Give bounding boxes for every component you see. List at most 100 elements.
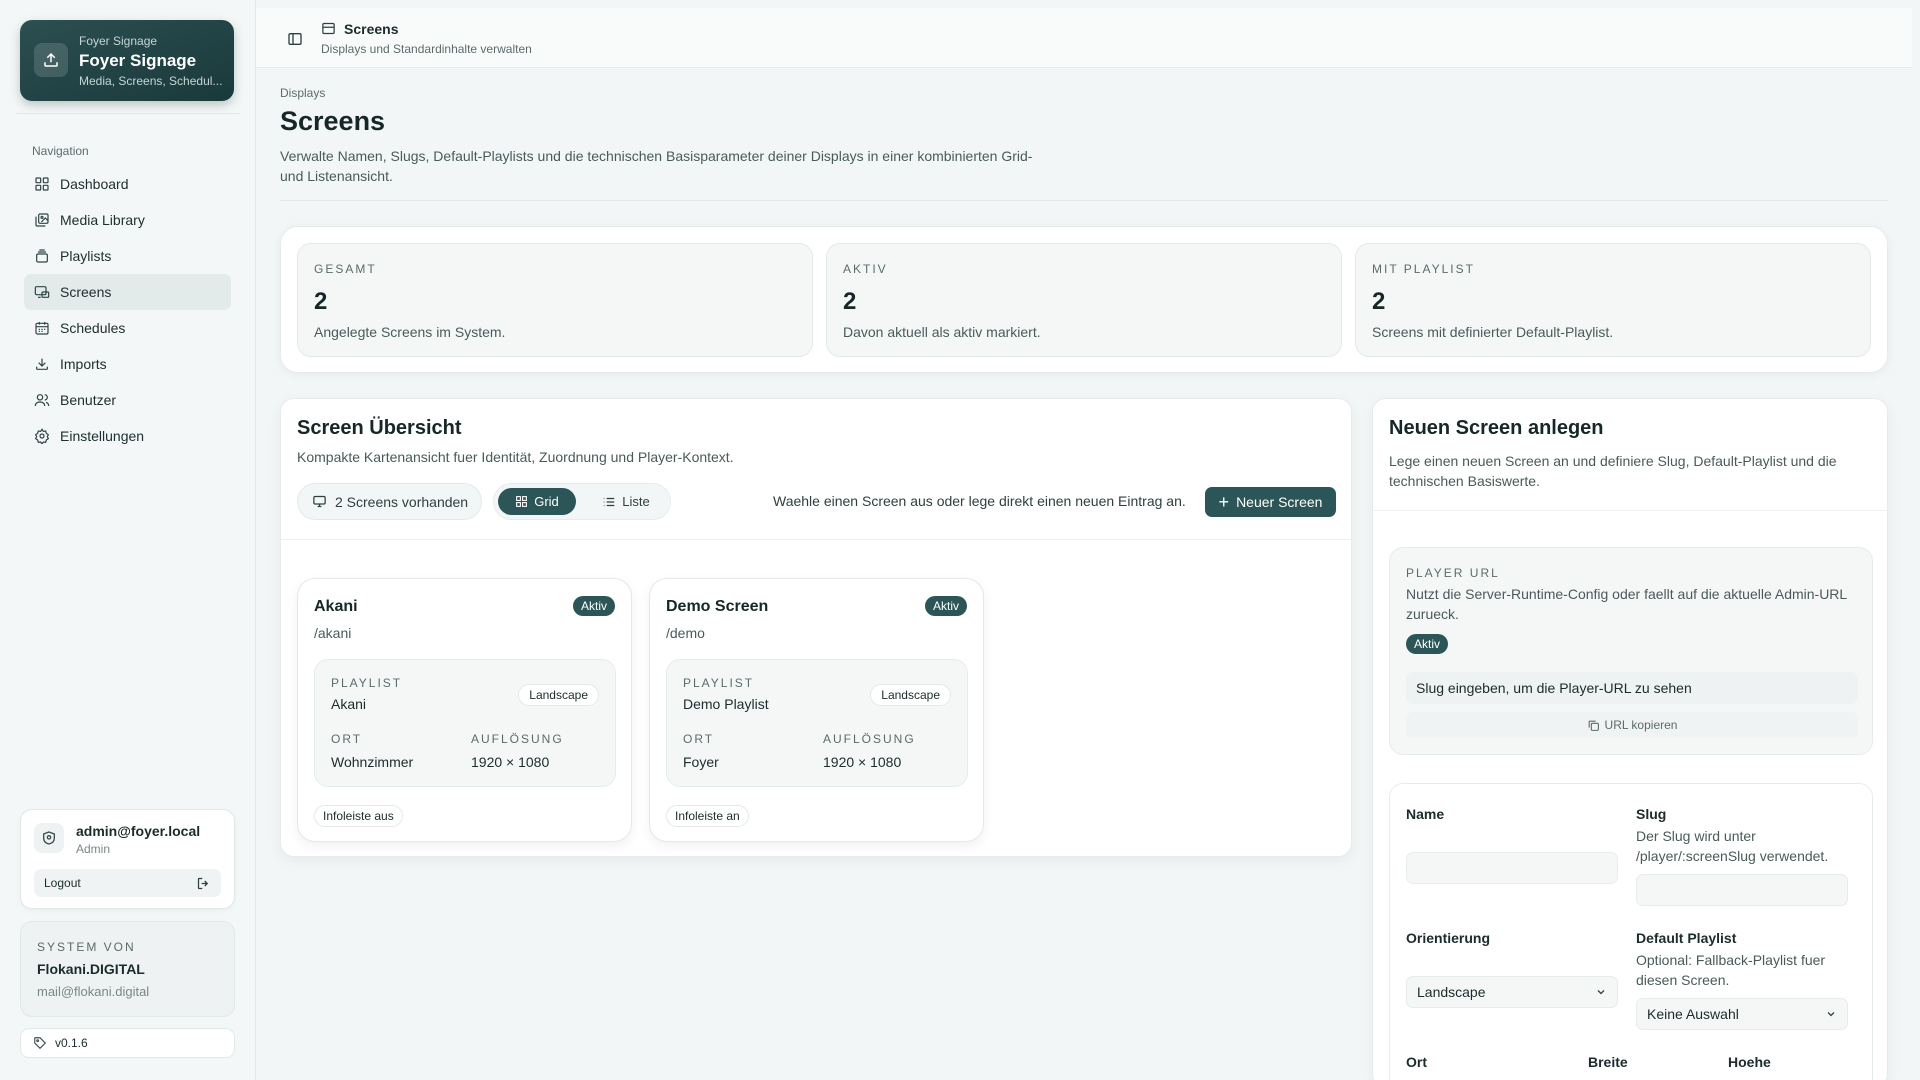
ort-label: Ort — [1406, 1054, 1427, 1070]
logout-icon — [197, 877, 209, 889]
screen-card-demo[interactable]: Demo Screen Aktiv /demo PLAYLIST Demo Pl… — [649, 578, 984, 842]
header-subtitle: Displays und Standardinhalte verwalten — [321, 42, 532, 56]
sidebar-item-label: Imports — [60, 356, 107, 372]
sidebar-item-dashboard[interactable]: Dashboard — [24, 166, 231, 202]
copy-url-button[interactable]: URL kopieren — [1406, 712, 1858, 738]
grid-view-button[interactable]: Grid — [498, 488, 576, 515]
sidebar-item-schedules[interactable]: Schedules — [24, 310, 231, 346]
status-badge: Aktiv — [572, 596, 615, 616]
ort-value: Wohnzimmer — [331, 754, 414, 770]
sidebar-toggle-icon[interactable] — [287, 31, 303, 47]
chevron-down-icon — [1597, 990, 1605, 995]
stat-description: Davon aktuell als aktiv markiert. — [843, 324, 1041, 340]
new-screen-label: Neuer Screen — [1236, 494, 1323, 510]
shield-icon — [34, 823, 64, 853]
default-playlist-value: Keine Auswahl — [1647, 1006, 1739, 1022]
page-title: Screens — [280, 106, 386, 136]
upload-icon — [34, 43, 68, 77]
create-title: Neuen Screen anlegen — [1389, 417, 1604, 439]
sidebar-item-media-library[interactable]: Media Library — [24, 202, 231, 238]
sidebar-item-label: Benutzer — [60, 392, 117, 408]
player-url-label: PLAYER URL — [1406, 566, 1500, 580]
user-email: admin@foyer.local — [76, 823, 201, 839]
breite-label: Breite — [1588, 1054, 1628, 1070]
sidebar-divider — [16, 113, 240, 114]
gear-icon — [34, 428, 50, 444]
sidebar-item-label: Screens — [60, 284, 112, 300]
sidebar-item-imports[interactable]: Imports — [24, 346, 231, 382]
view-toggle: Grid Liste — [493, 483, 671, 520]
ort-label: ORT — [331, 732, 363, 746]
sidebar-item-einstellungen[interactable]: Einstellungen — [24, 418, 231, 454]
screen-slug: /demo — [666, 625, 705, 641]
download-icon — [36, 358, 48, 370]
screen-name: Demo Screen — [666, 598, 769, 615]
slug-input[interactable] — [1636, 874, 1848, 906]
infobar-pill: Infoleiste an — [666, 805, 749, 827]
stat-label: MIT PLAYLIST — [1372, 262, 1475, 276]
orientation-label: Orientierung — [1406, 930, 1491, 946]
screen-count-pill: 2 Screens vorhanden — [297, 483, 482, 520]
system-card: SYSTEM VON Flokani.DIGITAL mail@flokani.… — [20, 921, 235, 1017]
playlist-label: PLAYLIST — [331, 676, 403, 690]
brand-card[interactable]: Foyer Signage Foyer Signage Media, Scree… — [20, 20, 234, 101]
resolution-label: AUFLÖSUNG — [471, 732, 564, 746]
header-title: Screens — [344, 21, 399, 37]
stat-card-gesamt: GESAMT 2 Angelegte Screens im System. — [297, 243, 813, 357]
slug-help: Der Slug wird unter /player/:screenSlug … — [1636, 828, 1829, 864]
divider — [1373, 510, 1887, 511]
hoehe-label: Hoehe — [1728, 1054, 1771, 1070]
sidebar-item-label: Media Library — [60, 212, 145, 228]
stat-card-mit-playlist: MIT PLAYLIST 2 Screens mit definierter D… — [1355, 243, 1871, 357]
list-icon — [604, 497, 615, 506]
default-playlist-label: Default Playlist — [1636, 930, 1737, 946]
playlist-value: Demo Playlist — [683, 696, 769, 712]
orientation-select[interactable]: Landscape — [1406, 976, 1618, 1008]
screen-icon — [322, 22, 335, 35]
name-input[interactable] — [1406, 852, 1618, 884]
default-playlist-select[interactable]: Keine Auswahl — [1636, 998, 1848, 1030]
overview-description: Kompakte Kartenansicht fuer Identität, Z… — [297, 449, 734, 465]
new-screen-button[interactable]: + Neuer Screen — [1205, 487, 1336, 517]
copy-icon — [1588, 720, 1599, 731]
grid-view-label: Grid — [534, 494, 559, 509]
screen-details: PLAYLIST Demo Playlist Landscape ORT Foy… — [666, 659, 968, 787]
breadcrumb[interactable]: Displays — [280, 86, 325, 100]
sidebar-item-screens[interactable]: Screens — [24, 274, 231, 310]
screen-name: Akani — [314, 598, 358, 615]
logout-button[interactable]: Logout — [34, 869, 221, 897]
infobar-pill: Infoleiste aus — [314, 805, 403, 827]
sidebar-item-benutzer[interactable]: Benutzer — [24, 382, 231, 418]
ort-value: Foyer — [683, 754, 719, 770]
calendar-icon — [35, 322, 49, 335]
logout-label: Logout — [44, 876, 81, 890]
playlist-value: Akani — [331, 696, 367, 712]
screen-overview-panel: Screen Übersicht Kompakte Kartenansicht … — [280, 398, 1352, 857]
default-playlist-help: Optional: Fallback-Playlist fuer diesen … — [1636, 952, 1826, 988]
brand-pre: Foyer Signage — [79, 34, 158, 48]
player-url-description: Nutzt die Server-Runtime-Config oder fae… — [1406, 586, 1847, 622]
resolution-value: 1920 × 1080 — [823, 754, 902, 770]
create-screen-panel: Neuen Screen anlegen Lege einen neuen Sc… — [1372, 398, 1888, 1080]
sidebar-item-playlists[interactable]: Playlists — [24, 238, 231, 274]
system-label: SYSTEM VON — [37, 940, 136, 954]
player-url-box: PLAYER URL Nutzt die Server-Runtime-Conf… — [1389, 547, 1873, 755]
screen-details: PLAYLIST Akani Landscape ORT Wohnzimmer … — [314, 659, 616, 787]
create-description: Lege einen neuen Screen an und definiere… — [1389, 453, 1837, 489]
user-card: admin@foyer.local Admin Logout — [20, 809, 235, 909]
playlist-label: PLAYLIST — [683, 676, 755, 690]
ort-label: ORT — [683, 732, 715, 746]
list-view-button[interactable]: Liste — [592, 488, 660, 515]
system-name: Flokani.DIGITAL — [37, 961, 145, 977]
name-label: Name — [1406, 806, 1445, 822]
overview-hint: Waehle einen Screen aus oder lege direkt… — [773, 493, 1186, 509]
page-description: Verwalte Namen, Slugs, Default-Playlists… — [280, 148, 1033, 184]
player-url-field: Slug eingeben, um die Player-URL zu sehe… — [1406, 672, 1858, 704]
create-form: Name Slug Der Slug wird unter /player/:s… — [1389, 783, 1873, 1080]
screen-card-akani[interactable]: Akani Aktiv /akani PLAYLIST Akani Landsc… — [297, 578, 632, 842]
stat-description: Angelegte Screens im System. — [314, 324, 506, 340]
stats-panel: GESAMT 2 Angelegte Screens im System. AK… — [280, 226, 1888, 373]
overview-title: Screen Übersicht — [297, 417, 462, 439]
nav-section-label: Navigation — [32, 144, 89, 158]
plus-icon: + — [1218, 492, 1230, 512]
